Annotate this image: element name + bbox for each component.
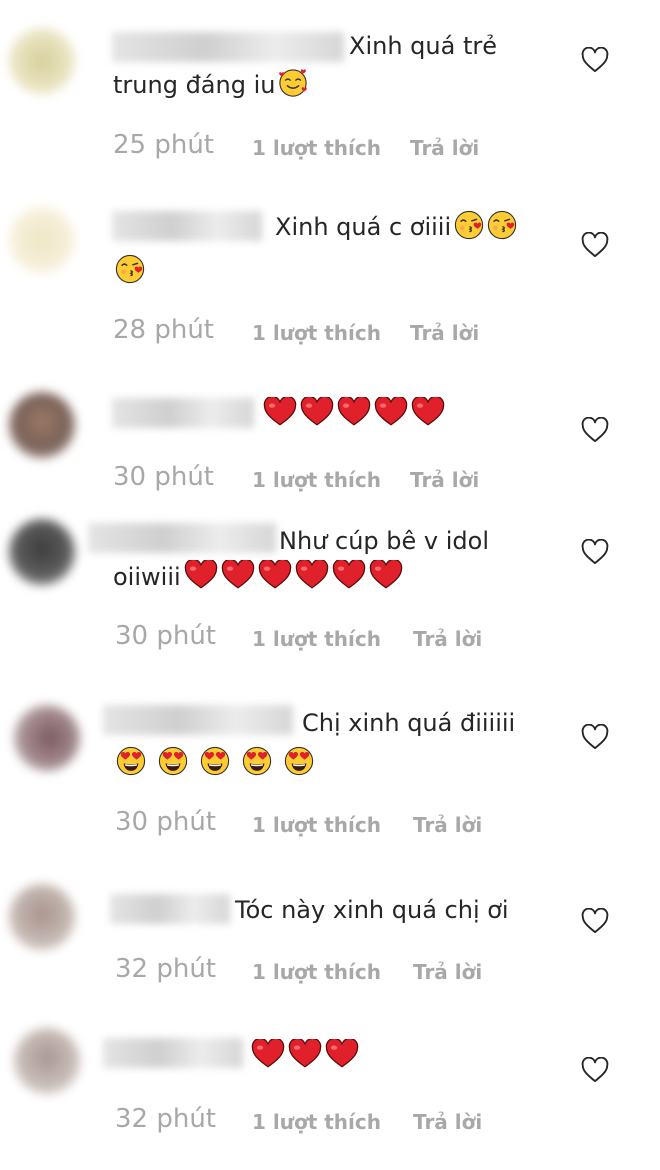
red-heart-emoji	[221, 560, 255, 590]
comment-text: Xinh quá trẻ	[349, 32, 497, 60]
smiling-face-with-heart-eyes-emoji	[158, 746, 188, 776]
username-blurred[interactable]	[112, 32, 344, 62]
heart-outline-icon[interactable]	[581, 908, 609, 934]
red-heart-emoji	[300, 397, 334, 427]
smiling-face-with-heart-eyes-emoji	[200, 746, 230, 776]
comment-time: 25 phút	[113, 130, 215, 160]
face-blowing-kiss-emoji	[115, 254, 145, 284]
like-count[interactable]: 1 lượt thích	[252, 627, 381, 651]
avatar[interactable]	[9, 519, 75, 585]
red-heart-emoji	[374, 397, 408, 427]
red-heart-emoji	[184, 560, 218, 590]
like-count[interactable]: 1 lượt thích	[252, 136, 381, 160]
heart-outline-icon[interactable]	[581, 724, 609, 750]
comment-text-cont: oiiwiii	[113, 557, 403, 597]
heart-outline-icon[interactable]	[581, 417, 609, 443]
comment-item: 30 phút 1 lượt thích Trả lời	[0, 370, 660, 505]
comment-text-row: Xinh quá c ơiiii	[275, 207, 517, 247]
comment-item: Tóc này xinh quá chị ơi 32 phút 1 lượt t…	[0, 870, 660, 1020]
comment-text-cont: trung đáng iu	[113, 65, 308, 105]
reply-button[interactable]: Trả lời	[410, 468, 479, 492]
heart-eyes-emoji-row	[113, 743, 314, 783]
heart-outline-icon[interactable]	[581, 539, 609, 565]
username-blurred[interactable]	[112, 398, 254, 428]
smiling-face-with-heart-eyes-emoji	[242, 746, 272, 776]
comment-item: Như cúp bê v idol oiiwiii 30 phút 1 lượt…	[0, 505, 660, 685]
comment-time: 30 phút	[115, 621, 217, 651]
heart-outline-icon[interactable]	[581, 1057, 609, 1083]
comment-time: 32 phút	[115, 954, 217, 984]
avatar[interactable]	[9, 884, 75, 950]
smiling-face-with-heart-eyes-emoji	[284, 746, 314, 776]
red-heart-emoji	[263, 397, 297, 427]
avatar[interactable]	[9, 207, 75, 273]
heart-outline-icon[interactable]	[581, 232, 609, 258]
reply-button[interactable]: Trả lời	[410, 136, 479, 160]
like-count[interactable]: 1 lượt thích	[252, 1110, 381, 1134]
username-blurred[interactable]	[103, 1038, 243, 1068]
red-heart-emoji	[295, 560, 329, 590]
red-heart-emoji	[332, 560, 366, 590]
comment-item: Xinh quá c ơiiii 28 phút 1 lượt thích Tr…	[0, 185, 660, 370]
face-blowing-kiss-emoji	[454, 210, 484, 240]
face-blowing-kiss-emoji	[487, 210, 517, 240]
like-count[interactable]: 1 lượt thích	[252, 321, 381, 345]
heart-emoji-row	[260, 394, 445, 434]
avatar[interactable]	[14, 705, 80, 771]
heart-outline-icon[interactable]	[581, 47, 609, 73]
red-heart-emoji	[251, 1039, 285, 1069]
comment-item: Chị xinh quá điiiiii 30 phút 1 lượt thíc…	[0, 685, 660, 870]
reply-button[interactable]: Trả lời	[413, 1110, 482, 1134]
heart-emoji-row	[248, 1036, 359, 1076]
like-count[interactable]: 1 lượt thích	[252, 960, 381, 984]
username-blurred[interactable]	[88, 523, 276, 553]
red-heart-emoji	[369, 560, 403, 590]
comment-time: 28 phút	[113, 315, 215, 345]
reply-button[interactable]: Trả lời	[410, 321, 479, 345]
comment-text: Tóc này xinh quá chị ơi	[235, 896, 509, 924]
comment-time: 30 phút	[113, 462, 215, 492]
comment-text: Như cúp bê v idol	[279, 527, 489, 555]
reply-button[interactable]: Trả lời	[413, 960, 482, 984]
comment-time: 30 phút	[115, 807, 217, 837]
avatar[interactable]	[14, 1028, 80, 1094]
smiling-face-with-heart-eyes-emoji	[116, 746, 146, 776]
comment-text-line2: trung đáng iu	[113, 71, 276, 99]
comment-item: Xinh quá trẻ trung đáng iu 25 phút 1 lượ…	[0, 0, 660, 185]
comment-item: 32 phút 1 lượt thích Trả lời	[0, 1020, 660, 1170]
red-heart-emoji	[288, 1039, 322, 1069]
red-heart-emoji	[325, 1039, 359, 1069]
red-heart-emoji	[337, 397, 371, 427]
avatar[interactable]	[9, 392, 75, 458]
reply-button[interactable]: Trả lời	[413, 813, 482, 837]
username-blurred[interactable]	[112, 211, 262, 241]
like-count[interactable]: 1 lượt thích	[252, 813, 381, 837]
like-count[interactable]: 1 lượt thích	[252, 468, 381, 492]
smiling-face-with-hearts-emoji	[278, 68, 308, 98]
username-blurred[interactable]	[103, 705, 293, 735]
reply-button[interactable]: Trả lời	[413, 627, 482, 651]
comment-text: Chị xinh quá điiiiii	[302, 709, 516, 737]
username-blurred[interactable]	[110, 894, 230, 924]
comment-time: 32 phút	[115, 1104, 217, 1134]
comment-text-line2: oiiwiii	[113, 563, 181, 591]
avatar[interactable]	[9, 28, 75, 94]
red-heart-emoji	[258, 560, 292, 590]
comment-text: Xinh quá c ơiiii	[275, 213, 452, 241]
red-heart-emoji	[411, 397, 445, 427]
